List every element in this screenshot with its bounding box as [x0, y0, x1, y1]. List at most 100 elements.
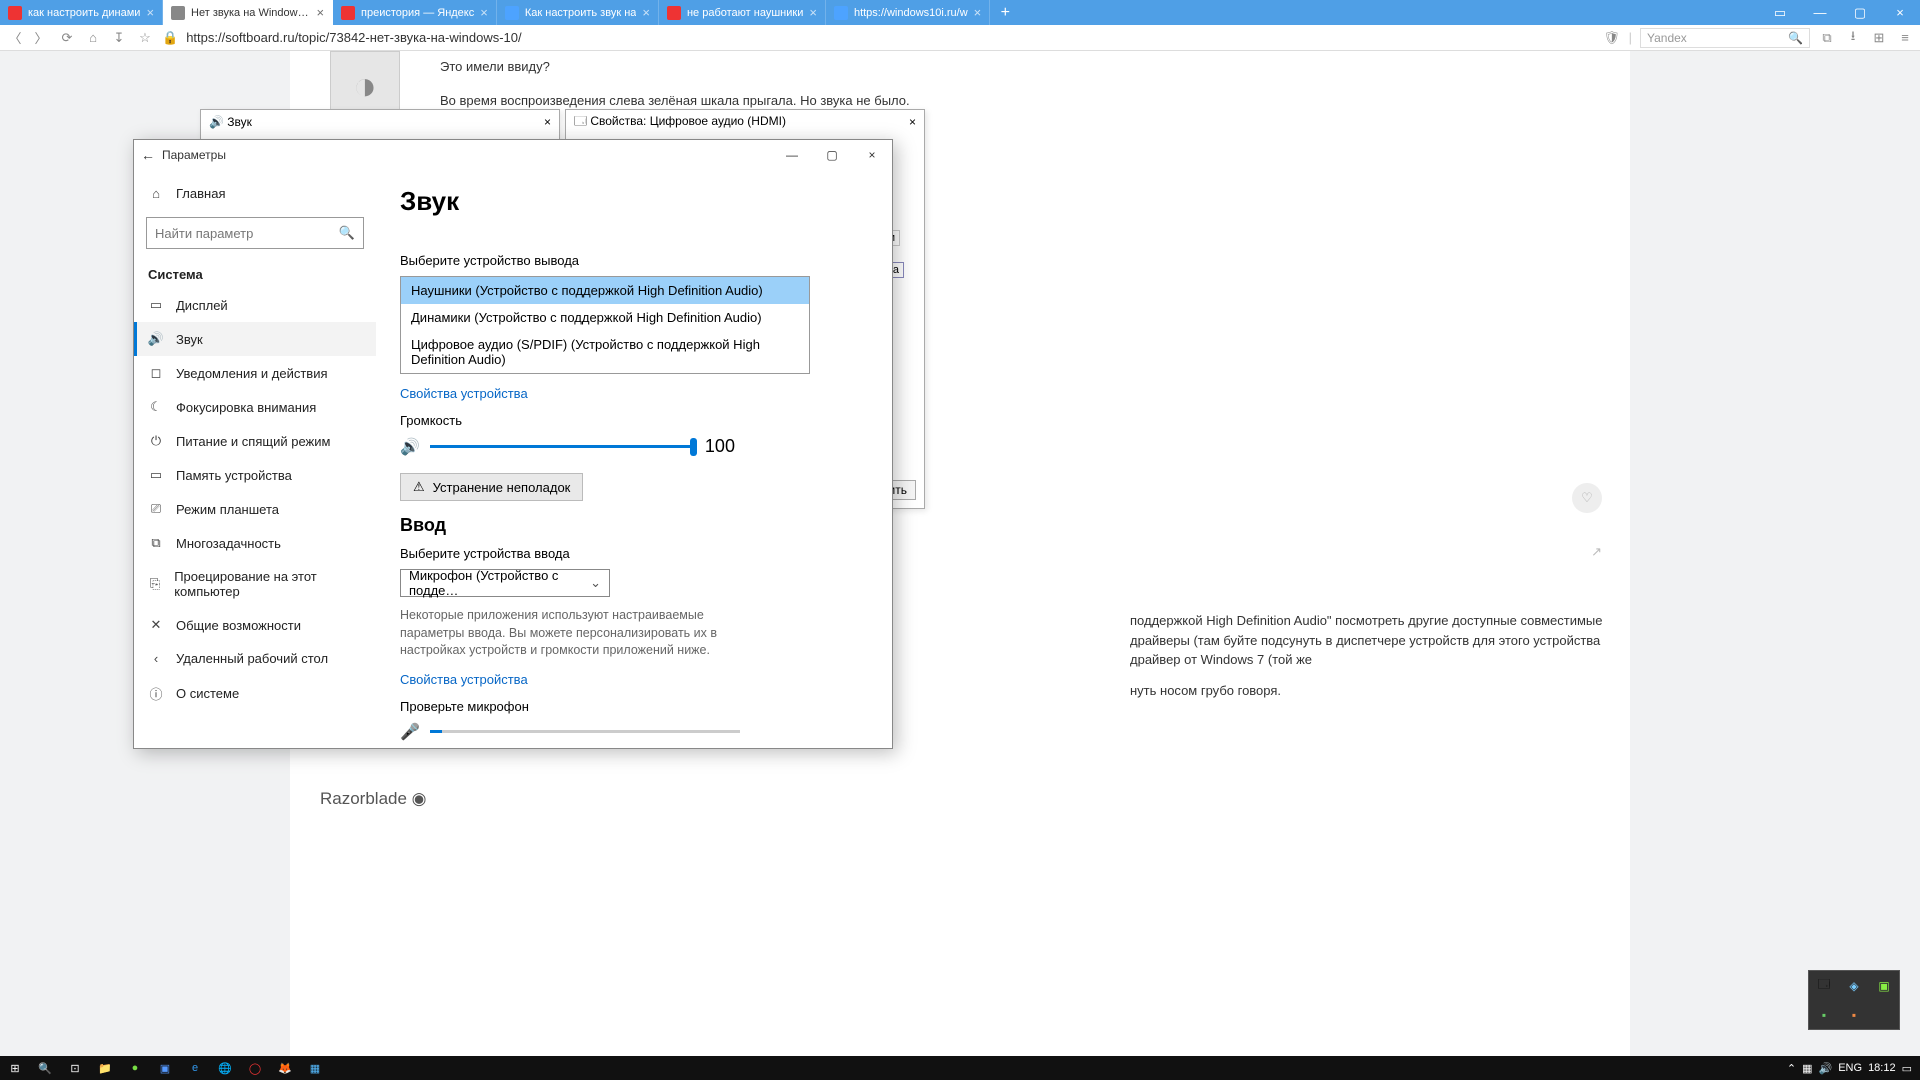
tab-close-icon[interactable]: ×	[480, 5, 488, 20]
share-icon[interactable]: ↗	[1591, 544, 1602, 560]
nav-item-remote[interactable]: ‹Удаленный рабочий стол	[134, 642, 376, 675]
nav-label: Звук	[176, 332, 203, 347]
downloads-icon[interactable]: ↧	[110, 30, 128, 46]
panel-icon[interactable]: ▭	[1760, 0, 1800, 25]
settings-window: ← Параметры — ▢ × ⌂Главная Найти парамет…	[133, 139, 893, 749]
back-button[interactable]: ←	[134, 147, 162, 163]
browser-tab[interactable]: Нет звука на Windows 1×	[163, 0, 333, 25]
network-icon[interactable]: ▦	[1802, 1062, 1812, 1075]
nav-item-power[interactable]: ⏻Питание и спящий режим	[134, 424, 376, 458]
home-button[interactable]: ⌂	[84, 30, 102, 45]
taskbar-app[interactable]: ▦	[300, 1056, 330, 1080]
nav-section-header: Система	[134, 257, 376, 288]
troubleshoot-button[interactable]: ⚠Устранение неполадок	[400, 473, 583, 501]
browser-search-input[interactable]: Yandex🔍	[1640, 28, 1810, 48]
browser-tab[interactable]: Как настроить звук на×	[497, 0, 659, 25]
download-icon[interactable]: ⭳	[1844, 27, 1862, 49]
close-button[interactable]: ×	[852, 140, 892, 170]
username-link[interactable]: Razorblade ◉	[320, 789, 427, 809]
browser-tab-bar: как настроить динами× Нет звука на Windo…	[0, 0, 1920, 25]
tray-icon[interactable]: ▪	[1809, 1000, 1839, 1029]
maximize-button[interactable]: ▢	[812, 140, 852, 170]
bookmark-icon[interactable]: ☆	[136, 30, 154, 46]
reload-button[interactable]: ⟳	[58, 30, 76, 46]
mic-level-bar	[430, 730, 740, 733]
browser-tab[interactable]: https://windows10i.ru/w×	[826, 0, 990, 25]
nav-item-tablet[interactable]: ⎚Режим планшета	[134, 492, 376, 526]
nav-item-shared[interactable]: ✕Общие возможности	[134, 608, 376, 642]
volume-label: Громкость	[400, 413, 868, 428]
dropdown-option[interactable]: Динамики (Устройство с поддержкой High D…	[401, 304, 809, 331]
nav-item-sound[interactable]: 🔊Звук	[134, 322, 376, 356]
taskview-button[interactable]: ⊡	[60, 1056, 90, 1080]
favicon	[341, 6, 355, 20]
minimize-button[interactable]: —	[772, 140, 812, 170]
taskbar-app[interactable]: 📁	[90, 1056, 120, 1080]
tab-title: не работают наушники	[687, 7, 803, 19]
post-text: нуть носом грубо говоря.	[1130, 683, 1606, 698]
taskbar-app[interactable]: ▣	[150, 1056, 180, 1080]
close-icon[interactable]: ×	[544, 115, 551, 129]
close-button[interactable]: ×	[1880, 0, 1920, 25]
nav-label: Удаленный рабочий стол	[176, 651, 328, 666]
tab-close-icon[interactable]: ×	[809, 5, 817, 20]
taskbar-app[interactable]: 🌐	[210, 1056, 240, 1080]
taskbar-app[interactable]: e	[180, 1056, 210, 1080]
taskbar-app[interactable]: 🦊	[270, 1056, 300, 1080]
tab-close-icon[interactable]: ×	[642, 5, 650, 20]
tiles-icon[interactable]: ⊞	[1870, 30, 1888, 46]
settings-search-input[interactable]: Найти параметр🔍	[146, 217, 364, 249]
tray-icon[interactable]: ▪	[1839, 1000, 1869, 1029]
start-button[interactable]: ⊞	[0, 1056, 30, 1080]
nav-item-projecting[interactable]: ⎘Проецирование на этот компьютер	[134, 560, 376, 608]
volume-icon[interactable]: 🔊	[1819, 1062, 1833, 1075]
search-button[interactable]: 🔍	[30, 1056, 60, 1080]
new-tab-button[interactable]: +	[990, 0, 1020, 25]
tab-close-icon[interactable]: ×	[974, 5, 982, 20]
back-button[interactable]: 〈	[6, 28, 24, 47]
forward-button[interactable]: 〉	[32, 28, 50, 47]
nav-home[interactable]: ⌂Главная	[134, 178, 376, 209]
taskbar: ⊞ 🔍 ⊡ 📁 ● ▣ e 🌐 ◯ 🦊 ▦ ⌃ ▦ 🔊 ENG 18:12 ▭	[0, 1056, 1920, 1080]
tab-close-icon[interactable]: ×	[316, 5, 324, 20]
clock[interactable]: 18:12	[1868, 1062, 1896, 1074]
browser-tab[interactable]: преистория — Яндекс×	[333, 0, 497, 25]
like-button[interactable]: ♡	[1572, 483, 1602, 513]
tray-chevron-icon[interactable]: ⌃	[1787, 1062, 1796, 1075]
slider-thumb[interactable]	[690, 438, 697, 456]
mic-check-label: Проверьте микрофон	[400, 699, 868, 714]
language-indicator[interactable]: ENG	[1838, 1062, 1862, 1074]
input-heading: Ввод	[400, 515, 868, 536]
tray-icon[interactable]: ▣	[1869, 971, 1899, 1000]
shield-icon[interactable]: 🛡	[1603, 30, 1621, 46]
browser-tab[interactable]: как настроить динами×	[0, 0, 163, 25]
volume-slider[interactable]	[430, 445, 695, 448]
nav-item-about[interactable]: ⓘО системе	[134, 675, 376, 712]
chevron-down-icon: ⌄	[590, 575, 601, 591]
close-icon[interactable]: ×	[909, 115, 916, 129]
ext-icon[interactable]: ⧉	[1818, 30, 1836, 46]
tab-close-icon[interactable]: ×	[146, 5, 154, 20]
output-device-dropdown[interactable]: Наушники (Устройство с поддержкой High D…	[400, 276, 810, 374]
device-properties-link[interactable]: Свойства устройства	[400, 672, 868, 687]
nav-item-notifications[interactable]: ◻Уведомления и действия	[134, 356, 376, 390]
input-device-dropdown[interactable]: Микрофон (Устройство с подде…⌄	[400, 569, 610, 597]
tray-icon[interactable]: 🗔	[1809, 971, 1839, 1000]
nav-item-multitask[interactable]: ⧉Многозадачность	[134, 526, 376, 560]
minimize-button[interactable]: —	[1800, 0, 1840, 25]
maximize-button[interactable]: ▢	[1840, 0, 1880, 25]
nav-item-display[interactable]: ▭Дисплей	[134, 288, 376, 322]
nav-item-focus[interactable]: ☾Фокусировка внимания	[134, 390, 376, 424]
dropdown-option[interactable]: Цифровое аудио (S/PDIF) (Устройство с по…	[401, 331, 809, 373]
browser-tab[interactable]: не работают наушники ×	[659, 0, 826, 25]
device-properties-link[interactable]: Свойства устройства	[400, 386, 868, 401]
menu-icon[interactable]: ≡	[1896, 30, 1914, 45]
button-label: Устранение неполадок	[433, 480, 571, 495]
dropdown-option[interactable]: Наушники (Устройство с поддержкой High D…	[401, 277, 809, 304]
taskbar-app[interactable]: ●	[120, 1056, 150, 1080]
notifications-icon[interactable]: ▭	[1902, 1062, 1912, 1075]
tray-icon[interactable]: ◈	[1839, 971, 1869, 1000]
url-text[interactable]: https://softboard.ru/topic/73842-нет-зву…	[186, 30, 521, 45]
taskbar-app[interactable]: ◯	[240, 1056, 270, 1080]
nav-item-storage[interactable]: ▭Память устройства	[134, 458, 376, 492]
